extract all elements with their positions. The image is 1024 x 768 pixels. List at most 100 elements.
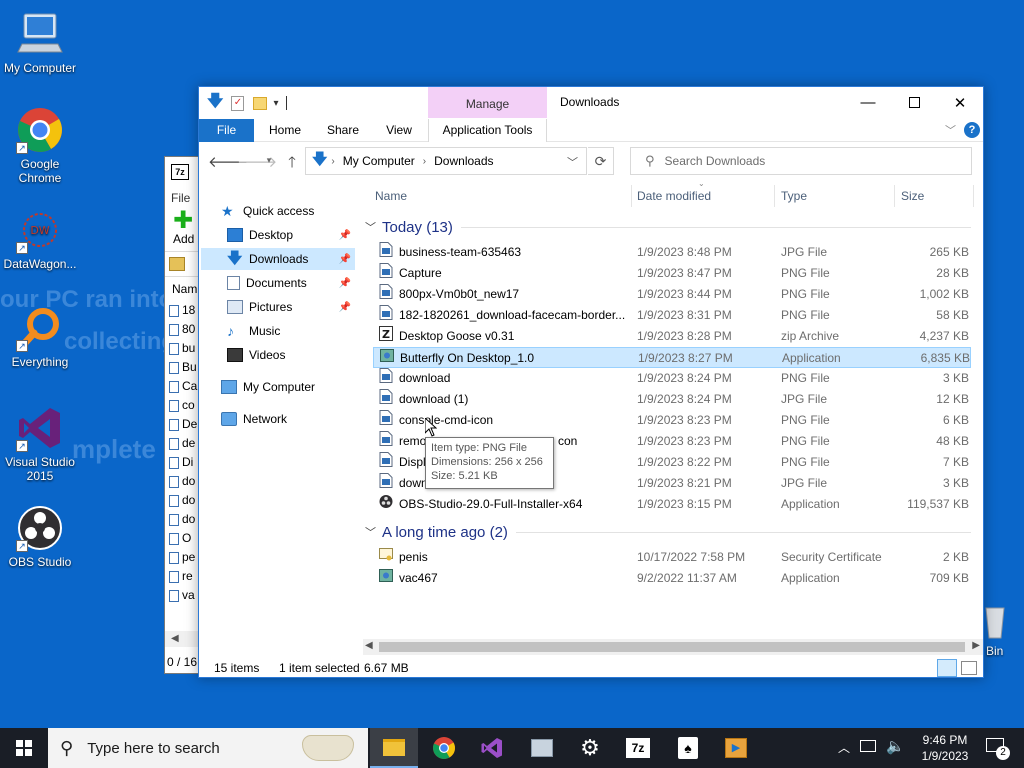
tab-application-tools[interactable]: Application Tools	[428, 119, 547, 142]
forward-button[interactable]: 🡒	[237, 152, 277, 171]
customize-toolbar-icon[interactable]: ▾	[273, 98, 278, 109]
table-row[interactable]: penis 10/17/2022 7:58 PM Security Certific…	[373, 547, 971, 568]
minimize-button[interactable]: —	[845, 87, 891, 118]
network-status-icon[interactable]	[860, 740, 876, 752]
desktop-icon-datawagon[interactable]: DW ↗ DataWagon...	[0, 206, 80, 271]
down-arrow-icon[interactable]: 🡇	[207, 90, 223, 117]
tab-share[interactable]: Share	[319, 119, 367, 142]
horizontal-scrollbar[interactable]: ◀ ▶	[363, 639, 983, 655]
nav-item-downloads[interactable]: 🡇 Downloads 📌	[201, 248, 355, 270]
address-bar[interactable]: 🡇 › My Computer › Downloads ﹀	[305, 147, 587, 175]
breadcrumb-downloads[interactable]: Downloads	[434, 154, 493, 168]
tab-home[interactable]: Home	[261, 119, 309, 142]
column-separator[interactable]	[894, 185, 895, 207]
table-row[interactable]: download 1/9/2023 8:24 PM PNG File 3 KB	[373, 368, 971, 389]
breadcrumb-my-computer[interactable]: My Computer	[343, 154, 415, 168]
nav-item-documents[interactable]: Documents 📌	[227, 272, 355, 294]
table-row[interactable]: Capture 1/9/2023 8:47 PM PNG File 28 KB	[373, 263, 971, 284]
nav-item-pictures[interactable]: Pictures 📌	[227, 296, 355, 318]
table-row[interactable]: business-team-635463 1/9/2023 8:48 PM JPG …	[373, 242, 971, 263]
taskbar-file-explorer[interactable]	[370, 728, 418, 768]
group-header-today[interactable]: ﹀ Today (13)	[365, 216, 971, 238]
scroll-right-icon[interactable]: ▶	[972, 640, 980, 651]
column-header-type[interactable]: Type	[781, 183, 807, 209]
up-button[interactable]: 🡑	[282, 152, 302, 177]
show-hidden-icons[interactable]: ︿	[838, 739, 850, 756]
back-button[interactable]: 🡐	[208, 152, 248, 171]
desktop-icon-obs-studio[interactable]: ↗ OBS Studio	[0, 504, 80, 569]
clock[interactable]: 9:46 PM 1/9/2023	[910, 732, 980, 764]
nav-item-videos[interactable]: Videos	[227, 344, 355, 366]
nav-item-network[interactable]: Network	[221, 408, 355, 430]
table-row[interactable]: Butterfly On Desktop_1.0 1/9/2023 8:27 PM…	[373, 347, 971, 368]
pin-icon[interactable]: 📌	[339, 230, 351, 241]
tab-file[interactable]: File	[199, 119, 254, 142]
pin-icon[interactable]: 📌	[339, 278, 351, 289]
details-view-button[interactable]	[937, 659, 957, 677]
group-header-long-ago[interactable]: ﹀ A long time ago (2)	[365, 521, 971, 543]
volume-icon[interactable]: 🔈	[886, 737, 905, 755]
status-selection: 1 item selected	[279, 661, 360, 675]
nav-item-my-computer[interactable]: My Computer	[221, 376, 355, 398]
expand-ribbon-icon[interactable]: ﹀	[945, 122, 956, 138]
large-icons-view-button[interactable]	[961, 661, 977, 675]
action-center-button[interactable]: 2	[984, 736, 1010, 760]
nav-item-desktop[interactable]: Desktop 📌	[227, 224, 355, 246]
column-separator[interactable]	[774, 185, 775, 207]
close-button[interactable]: ✕	[937, 87, 983, 118]
desktop-icon-google-chrome[interactable]: ↗ Google Chrome	[0, 106, 80, 185]
maximize-button[interactable]	[891, 87, 937, 118]
search-input[interactable]: Search Downloads	[665, 154, 766, 168]
start-button[interactable]	[0, 728, 48, 768]
taskbar-settings[interactable]: ⚙	[566, 728, 614, 768]
search-box[interactable]: ⚲ Search Downloads	[630, 147, 972, 175]
address-dropdown-icon[interactable]: ﹀	[567, 154, 578, 170]
desktop-icon-label: DataWagon...	[3, 257, 77, 271]
file-icon	[169, 323, 179, 336]
taskbar-solitaire[interactable]: ♠	[664, 728, 712, 768]
column-separator[interactable]	[631, 185, 632, 207]
status-bar: 15 items 1 item selected 6.67 MB	[199, 657, 983, 679]
table-row[interactable]: console-cmd-icon 1/9/2023 8:23 PM PNG File…	[373, 410, 971, 431]
file-type: PNG File	[781, 308, 830, 322]
table-row[interactable]: 800px-Vm0b0t_new17 1/9/2023 8:44 PM PNG Fi…	[373, 284, 971, 305]
scroll-left-icon[interactable]: ◀	[365, 640, 373, 651]
column-header-name[interactable]: Name	[375, 183, 407, 209]
nav-item-quick-access[interactable]: ★ Quick access	[221, 200, 355, 222]
file-size: 3 KB	[942, 476, 969, 490]
taskbar-chrome[interactable]	[420, 728, 468, 768]
desktop-icon-everything[interactable]: ↗ Everything	[0, 304, 80, 369]
pin-icon[interactable]: 📌	[339, 302, 351, 313]
table-row[interactable]: 182-1820261_download-facecam-border... 1/…	[373, 305, 971, 326]
taskbar-visual-studio[interactable]	[468, 728, 516, 768]
column-separator[interactable]	[973, 185, 974, 207]
taskbar-7zip[interactable]: 7z	[614, 728, 662, 768]
table-row[interactable]: download (1) 1/9/2023 8:24 PM JPG File 12 K…	[373, 389, 971, 410]
desktop-icon-visual-studio[interactable]: ↗ Visual Studio 2015	[0, 404, 80, 483]
table-row[interactable]: OBS-Studio-29.0-Full-Installer-x64 1/9/20…	[373, 494, 971, 515]
new-folder-icon[interactable]	[253, 96, 268, 110]
help-icon[interactable]: ?	[964, 122, 980, 138]
properties-icon[interactable]: ✓	[231, 95, 245, 111]
refresh-button[interactable]: ⟳	[588, 147, 614, 175]
manage-contextual-tab[interactable]: Manage	[428, 87, 547, 118]
taskbar-media-app[interactable]: ▶	[712, 728, 760, 768]
file-explorer-window[interactable]: 🡇 ✓ ▾ Manage Downloads — ✕ File Home Sha…	[198, 86, 984, 678]
folder-up-icon[interactable]	[169, 257, 185, 271]
taskbar-search-box[interactable]: ⚲ Type here to search	[48, 728, 368, 768]
title-bar[interactable]: 🡇 ✓ ▾ Manage Downloads — ✕	[199, 87, 983, 119]
desktop-icon-my-computer[interactable]: My Computer	[0, 10, 80, 75]
recent-locations-button[interactable]: ▾	[259, 155, 279, 166]
pin-icon[interactable]: 📌	[339, 254, 351, 265]
image-file-icon	[379, 263, 393, 278]
group-label: A long time ago (2)	[382, 523, 508, 541]
table-row[interactable]: vac467 9/2/2022 11:37 AM Application 709 KB	[373, 568, 971, 589]
tab-view[interactable]: View	[375, 119, 423, 142]
scroll-thumb[interactable]	[379, 642, 965, 652]
file-date-modified: 1/9/2023 8:44 PM	[637, 287, 732, 301]
column-header-size[interactable]: Size	[901, 183, 924, 209]
taskbar-system-app[interactable]	[518, 728, 566, 768]
table-row[interactable]: Z Desktop Goose v0.31 1/9/2023 8:28 PM zip …	[373, 326, 971, 347]
taskbar-search-input[interactable]: Type here to search	[87, 740, 220, 757]
nav-item-music[interactable]: ♪ Music	[227, 320, 355, 342]
